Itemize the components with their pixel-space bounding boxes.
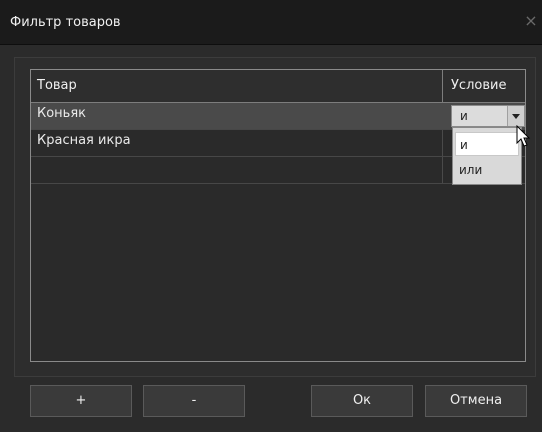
product-cell[interactable]: Красная икра [37, 130, 131, 156]
window-title: Фильтр товаров [10, 15, 121, 30]
condition-select[interactable]: и [451, 105, 525, 127]
chevron-down-icon[interactable] [507, 106, 524, 126]
title-bar: Фильтр товаров × [0, 0, 542, 45]
row-divider [442, 157, 443, 183]
table-row[interactable]: Красная икра [31, 130, 525, 157]
filter-dialog: Фильтр товаров × Товар Условие Коньяк и … [0, 0, 542, 432]
ok-button[interactable]: Ок [311, 385, 413, 417]
table-row[interactable] [31, 157, 525, 184]
dropdown-option-and[interactable]: и [455, 132, 519, 156]
column-header-condition[interactable]: Условие [451, 70, 506, 102]
condition-select-value: и [460, 109, 468, 123]
cancel-button[interactable]: Отмена [425, 385, 527, 417]
remove-button[interactable]: - [143, 385, 245, 417]
mouse-cursor-icon [516, 125, 531, 147]
row-divider [442, 130, 443, 156]
product-cell[interactable]: Коньяк [37, 103, 86, 129]
table-row[interactable]: Коньяк и [31, 103, 525, 130]
header-divider [442, 70, 443, 102]
column-header-product[interactable]: Товар [37, 70, 77, 102]
grid-header: Товар Условие [31, 70, 525, 103]
add-button[interactable]: + [30, 385, 132, 417]
row-divider [442, 103, 443, 129]
products-grid: Товар Условие Коньяк и Красная икра [30, 69, 526, 362]
condition-dropdown-list: и или [452, 127, 522, 185]
close-icon[interactable]: × [522, 12, 540, 30]
dropdown-option-or[interactable]: или [455, 158, 519, 182]
